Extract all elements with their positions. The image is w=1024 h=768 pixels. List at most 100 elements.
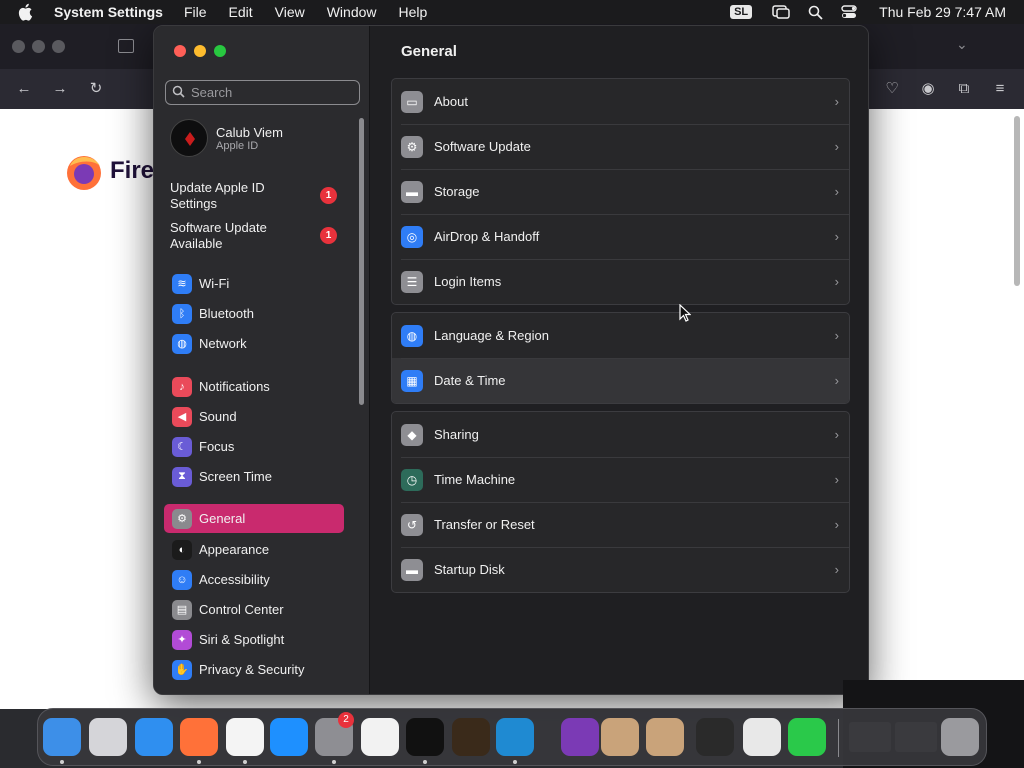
settings-row-label: Storage (434, 184, 480, 199)
extensions-icon[interactable]: ⧉ (956, 81, 972, 97)
sidebar-item-appearance[interactable]: ◐ Appearance (164, 535, 344, 564)
hamburger-menu-icon[interactable]: ≡ (992, 81, 1008, 97)
finder-icon[interactable] (43, 718, 81, 756)
sidebar-item-privacy-security[interactable]: ✋ Privacy & Security (164, 655, 344, 684)
settings-row-label: AirDrop & Handoff (434, 229, 540, 244)
firefox-tab-overview-icon[interactable] (118, 39, 134, 53)
apple-menu-icon[interactable] (18, 3, 36, 21)
firefox-close-button[interactable] (12, 40, 25, 53)
reload-icon[interactable]: ↻ (88, 81, 104, 97)
avatar[interactable] (170, 119, 208, 157)
sidebar-item-notifications[interactable]: ♪ Notifications (164, 372, 344, 401)
activity-monitor-icon[interactable] (788, 718, 826, 756)
settings-row-time-machine[interactable]: ◷ Time Machine › (392, 457, 849, 502)
list-icon: ☰ (401, 270, 423, 293)
package-icon[interactable] (601, 718, 639, 756)
sharing-icon: ◆ (401, 423, 423, 446)
pocket-icon[interactable]: ♡ (884, 81, 900, 97)
disk-utility-icon[interactable] (743, 718, 781, 756)
firefox-icon[interactable] (180, 718, 218, 756)
sidebar-item-label: Sound (199, 409, 237, 424)
software-update-notice[interactable]: Software Update Available (170, 220, 300, 252)
settings-row-label: About (434, 94, 468, 109)
close-button[interactable] (174, 45, 186, 57)
settings-row-label: Sharing (434, 427, 479, 442)
garageband-icon[interactable] (452, 718, 490, 756)
control-center-menubar-icon[interactable] (841, 5, 857, 19)
sidebar-item-accessibility[interactable]: ☺ Accessibility (164, 565, 344, 594)
bluetooth-icon: ᛒ (172, 303, 192, 324)
sidebar-item-network[interactable]: ◍ Network (164, 329, 344, 358)
account-name[interactable]: Calub Viem (216, 125, 283, 140)
safari-icon[interactable] (135, 718, 173, 756)
trash-icon[interactable] (941, 718, 979, 756)
menu-edit[interactable]: Edit (229, 4, 253, 20)
app-store-icon[interactable] (270, 718, 308, 756)
sidebar-item-siri-spotlight[interactable]: ✦ Siri & Spotlight (164, 625, 344, 654)
settings-row-sharing[interactable]: ◆ Sharing › (392, 412, 849, 457)
settings-row-date-time[interactable]: ▦ Date & Time › (392, 358, 849, 403)
account-subtitle: Apple ID (216, 140, 259, 152)
chevron-right-icon: › (834, 472, 839, 487)
affinity-icon[interactable] (561, 718, 599, 756)
settings-row-label: Login Items (434, 274, 502, 289)
settings-row-startup-disk[interactable]: ▬ Startup Disk › (392, 547, 849, 592)
app-menu[interactable]: System Settings (54, 4, 163, 20)
sidebar-item-sound[interactable]: ◀ Sound (164, 402, 344, 431)
firefox-zoom-button[interactable] (52, 40, 65, 53)
firefox-scrollbar[interactable] (1014, 116, 1020, 286)
terminal-icon[interactable] (406, 718, 444, 756)
chevron-right-icon: › (834, 373, 839, 388)
settings-row-software-update[interactable]: ⚙ Software Update › (392, 124, 849, 169)
update-apple-id-notice[interactable]: Update Apple ID Settings (170, 180, 300, 212)
settings-row-language-region[interactable]: ◍ Language & Region › (392, 313, 849, 358)
console-icon[interactable] (696, 718, 734, 756)
settings-row-transfer-or-reset[interactable]: ↺ Transfer or Reset › (392, 502, 849, 547)
minimize-button[interactable] (194, 45, 206, 57)
spotlight-search-icon[interactable] (808, 5, 823, 20)
menu-help[interactable]: Help (399, 4, 428, 20)
settings-group: ◍ Language & Region › ▦ Date & Time › (391, 312, 850, 404)
search-field[interactable]: Search (165, 80, 360, 105)
hourglass-icon: ⧗ (172, 466, 192, 487)
sidebar-item-wi-fi[interactable]: ≋ Wi-Fi (164, 269, 344, 298)
running-indicator (332, 760, 336, 764)
package-icon-2[interactable] (646, 718, 684, 756)
sidebar-item-control-center[interactable]: ▤ Control Center (164, 595, 344, 624)
sidebar-item-label: Control Center (199, 602, 284, 617)
chevron-right-icon: › (834, 229, 839, 244)
globe-icon: ◍ (172, 333, 192, 354)
launchpad-icon[interactable] (89, 718, 127, 756)
sidebar-item-screen-time[interactable]: ⧗ Screen Time (164, 462, 344, 491)
forward-arrow-icon[interactable]: → (52, 81, 68, 97)
window-thumbnail-icon[interactable] (849, 722, 891, 752)
firefox-minimize-button[interactable] (32, 40, 45, 53)
menu-window[interactable]: Window (327, 4, 377, 20)
back-arrow-icon[interactable]: ← (16, 81, 32, 97)
sidebar-item-focus[interactable]: ☾ Focus (164, 432, 344, 461)
sidebar-item-label: Notifications (199, 379, 270, 394)
settings-row-airdrop-handoff[interactable]: ◎ AirDrop & Handoff › (392, 214, 849, 259)
system-settings-window: Search Calub Viem Apple ID Update Apple … (153, 25, 869, 695)
settings-row-storage[interactable]: ▬ Storage › (392, 169, 849, 214)
menubar-clock[interactable]: Thu Feb 29 7:47 AM (879, 4, 1006, 20)
settings-row-label: Language & Region (434, 328, 549, 343)
settings-row-login-items[interactable]: ☰ Login Items › (392, 259, 849, 304)
sidebar-item-bluetooth[interactable]: ᛒ Bluetooth (164, 299, 344, 328)
menu-view[interactable]: View (275, 4, 305, 20)
input-source-badge[interactable]: SL (730, 5, 753, 19)
settings-row-about[interactable]: ▭ About › (392, 79, 849, 124)
sidebar-item-general[interactable]: ⚙ General (164, 504, 344, 533)
firefox-tab-list-chevron-icon[interactable]: ⌄ (956, 36, 968, 53)
sidebar-scrollbar[interactable] (359, 118, 364, 405)
firefox-logo-icon (64, 152, 104, 192)
window-thumbnail-icon-2[interactable] (895, 722, 937, 752)
screen-mirroring-icon[interactable] (772, 5, 790, 19)
vscode-icon[interactable] (496, 718, 534, 756)
menu-file[interactable]: File (184, 4, 207, 20)
chevron-right-icon: › (834, 517, 839, 532)
chrome-icon[interactable] (226, 718, 264, 756)
account-icon[interactable]: ◉ (920, 81, 936, 97)
zoom-button[interactable] (214, 45, 226, 57)
textedit-icon[interactable] (361, 718, 399, 756)
